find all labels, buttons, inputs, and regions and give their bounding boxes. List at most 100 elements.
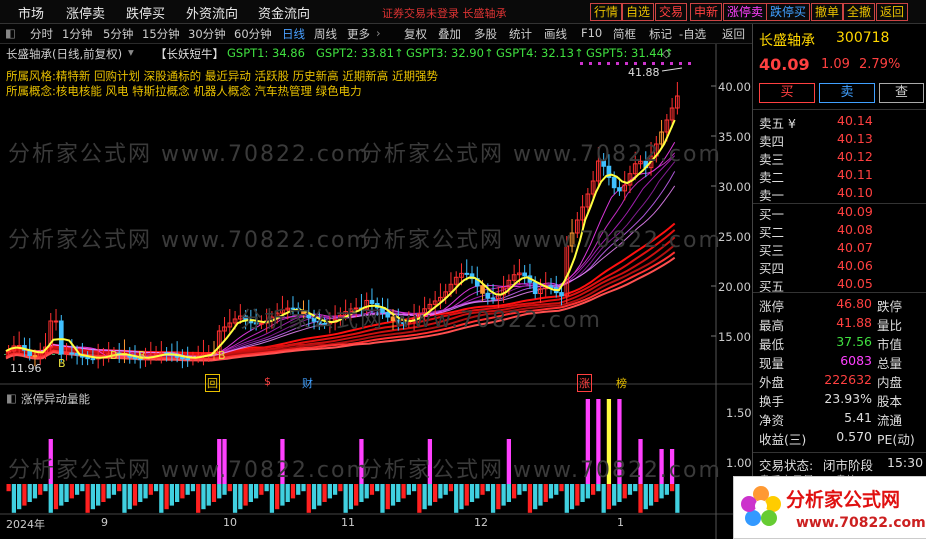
- quick-button[interactable]: 交易: [655, 3, 688, 21]
- panel-toggle-icon[interactable]: ◧: [6, 391, 17, 405]
- tool-back[interactable]: 返回: [722, 26, 745, 42]
- high-arrow: [661, 67, 683, 72]
- ask-level-price[interactable]: 40.12: [837, 149, 873, 164]
- stat-value: 6083: [840, 353, 872, 368]
- chevron-right-icon[interactable]: ›: [376, 26, 381, 40]
- quick-button[interactable]: 行情: [590, 3, 623, 21]
- tool-overlay[interactable]: 叠加: [438, 26, 461, 42]
- volume-bar: [6, 484, 11, 492]
- volume-bar: [617, 484, 622, 502]
- volume-bar: [227, 484, 232, 492]
- volume-bar: [153, 484, 159, 492]
- bid-level-price[interactable]: 40.07: [837, 240, 873, 255]
- volume-bar: [90, 484, 96, 510]
- quick-button[interactable]: 返回: [876, 3, 909, 21]
- volume-bar: [59, 484, 64, 506]
- ask-level-price[interactable]: 40.10: [837, 185, 873, 200]
- menu-limit-down-buy[interactable]: 跌停买: [126, 3, 165, 22]
- divider: [753, 452, 926, 453]
- tool-add-watchlist[interactable]: -自选: [679, 26, 706, 42]
- bid-level-price[interactable]: 40.09: [837, 204, 873, 219]
- divider: [753, 203, 926, 204]
- sell-button[interactable]: 卖: [819, 83, 875, 103]
- tool-adjust[interactable]: 复权: [404, 26, 427, 42]
- candle-body: [53, 320, 59, 323]
- stat-value: 5.41: [844, 410, 872, 425]
- tab-period-5min[interactable]: 5分钟: [103, 26, 133, 42]
- quick-button[interactable]: 申新: [690, 3, 723, 21]
- query-button[interactable]: 查: [879, 83, 924, 103]
- event-marker[interactable]: $: [264, 375, 271, 388]
- volume-bar: [380, 484, 385, 513]
- tool-multi-stock[interactable]: 多股: [474, 26, 497, 42]
- bid-level-price[interactable]: 40.05: [837, 276, 873, 291]
- chevron-down-icon[interactable]: ▾: [128, 45, 134, 59]
- event-marker[interactable]: 回: [205, 374, 220, 392]
- quick-button[interactable]: 撤单: [811, 3, 844, 21]
- volume-bar: [143, 484, 148, 499]
- ask-level-price[interactable]: 40.14: [837, 113, 873, 128]
- tool-statistics[interactable]: 统计: [509, 26, 532, 42]
- tab-period-30min[interactable]: 30分钟: [188, 26, 226, 42]
- buy-button[interactable]: 买: [759, 83, 815, 103]
- dot-marker: [598, 62, 601, 65]
- stat-label: 最低: [759, 337, 785, 352]
- event-marker[interactable]: 涨: [577, 374, 592, 392]
- tab-period-more[interactable]: 更多: [347, 26, 370, 42]
- ask-level-price[interactable]: 40.11: [837, 167, 873, 182]
- event-marker[interactable]: 财: [302, 375, 313, 391]
- volume-bar: [259, 484, 264, 495]
- tab-period-15min[interactable]: 15分钟: [142, 26, 180, 42]
- menu-market[interactable]: 市场: [18, 3, 44, 22]
- candle-body: [559, 292, 564, 297]
- gspt-value-1: GSPT1: 34.86: [227, 46, 305, 60]
- volume-bar: [27, 484, 32, 502]
- login-alert-text: 证券交易未登录 长盛轴承: [382, 7, 507, 20]
- settings-diamond-icon[interactable]: ◇: [662, 46, 671, 60]
- tool-f10[interactable]: F10: [581, 26, 602, 40]
- volume-bar: [190, 484, 196, 492]
- candle-body: [485, 292, 491, 299]
- gspt-value-3: GSPT3: 32.90↑: [406, 46, 494, 60]
- volume-bar: [364, 484, 369, 499]
- tab-period-1min[interactable]: 1分钟: [62, 26, 92, 42]
- menu-limit-up-sell[interactable]: 涨停卖: [66, 3, 105, 22]
- volume-bar: [443, 484, 448, 495]
- ask-level-price[interactable]: 40.13: [837, 131, 873, 146]
- volume-bar: [38, 484, 43, 495]
- dot-marker: [625, 62, 628, 65]
- indicator-name[interactable]: 【长妖短牛】: [155, 46, 224, 62]
- quick-button[interactable]: 自选: [622, 3, 655, 21]
- volume-bar: [85, 484, 90, 513]
- volume-bar: [148, 484, 153, 495]
- y-axis-tick: 30.00: [718, 180, 751, 194]
- tab-period-daily[interactable]: 日线: [282, 26, 305, 42]
- quick-button[interactable]: 全撤: [843, 3, 876, 21]
- stat-value: 222632: [824, 372, 872, 387]
- volume-bar: [590, 484, 596, 495]
- menu-foreign-flow[interactable]: 外资流向: [186, 3, 238, 22]
- tool-mark[interactable]: 标记: [649, 26, 672, 42]
- volume-bar: [596, 484, 601, 492]
- last-price: 40.09: [759, 55, 810, 74]
- stat-label-right: 流通: [877, 413, 903, 428]
- bid-level-price[interactable]: 40.06: [837, 258, 873, 273]
- volume-bar: [606, 484, 612, 510]
- bid-level-price[interactable]: 40.08: [837, 222, 873, 237]
- volume-bar: [422, 484, 427, 510]
- candle-body: [490, 297, 496, 300]
- menu-capital-flow[interactable]: 资金流向: [258, 3, 310, 22]
- tab-period-60min[interactable]: 60分钟: [234, 26, 272, 42]
- volume-bar: [169, 484, 174, 506]
- quick-button[interactable]: 涨停卖: [723, 3, 768, 21]
- quick-button[interactable]: 跌停买: [766, 3, 811, 21]
- tool-simple-frame[interactable]: 简框: [613, 26, 636, 42]
- event-marker[interactable]: 榜: [616, 375, 627, 391]
- panel-toggle-icon[interactable]: ◧: [5, 26, 16, 40]
- tab-period-intraday[interactable]: 分时: [30, 26, 53, 42]
- tool-draw-line[interactable]: 画线: [544, 26, 567, 42]
- low-price-label: 11.96: [10, 362, 42, 375]
- candle-body: [159, 352, 164, 355]
- tab-period-weekly[interactable]: 周线: [314, 26, 337, 42]
- volume-bar: [654, 484, 659, 502]
